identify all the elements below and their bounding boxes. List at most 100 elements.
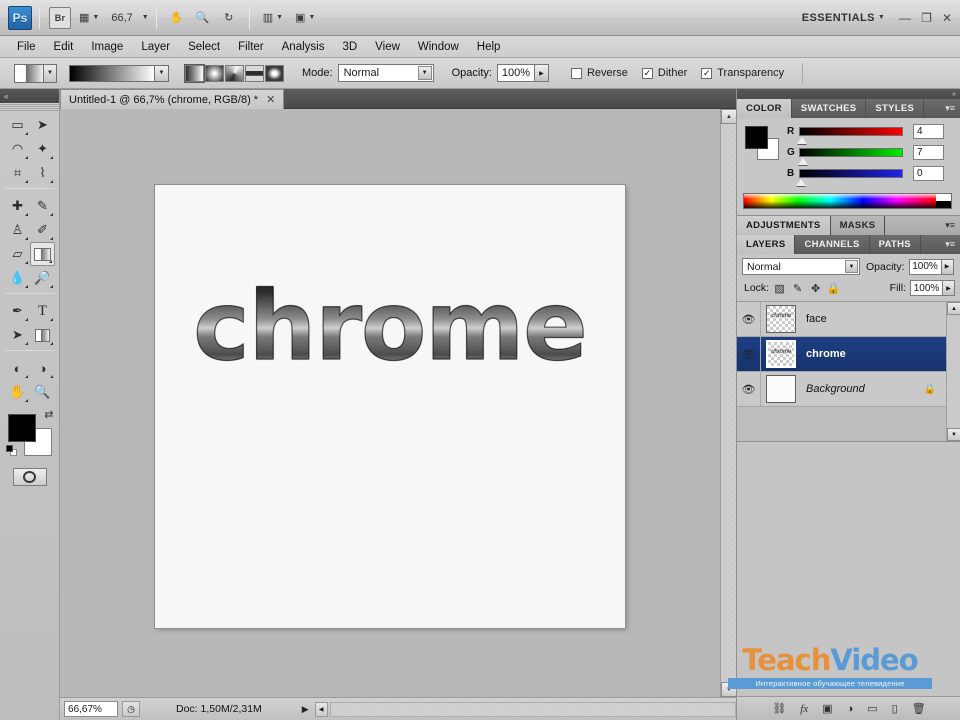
status-zoom-input[interactable]: 66,67%: [64, 701, 118, 717]
layers-list-scrollbar[interactable]: ▲ ▼: [946, 302, 960, 441]
tool-lasso[interactable]: ◠: [5, 137, 30, 161]
green-slider-track[interactable]: [798, 148, 903, 165]
tool-zoom[interactable]: 🔍: [30, 380, 55, 404]
tool-hand[interactable]: ✋: [5, 380, 30, 404]
layer-thumbnail[interactable]: chrome: [766, 305, 796, 333]
view-extras-icon[interactable]: ▦ ▼: [75, 7, 103, 29]
gradient-type-diamond-icon[interactable]: [265, 64, 284, 82]
swap-colors-icon[interactable]: ⇄: [44, 408, 53, 421]
tool-preset-chevron-down-icon[interactable]: ▼: [44, 63, 57, 83]
layer-blend-mode-select[interactable]: Normal ▼: [742, 258, 860, 275]
gradient-swatch-icon[interactable]: [69, 64, 155, 82]
arrange-documents-icon[interactable]: ▥ ▼: [259, 7, 287, 29]
layer-mask-icon[interactable]: ▣: [822, 702, 832, 715]
tool-crop[interactable]: ⌗: [5, 161, 30, 185]
menu-item-select[interactable]: Select: [179, 39, 229, 55]
tools-panel-grip[interactable]: [0, 103, 59, 111]
status-clock-icon[interactable]: ◷: [122, 701, 140, 717]
appbar-zoom-value[interactable]: 66,7: [105, 12, 138, 24]
tool-path-selection[interactable]: ➤: [5, 323, 30, 347]
close-icon[interactable]: ✕: [266, 93, 275, 106]
layer-visibility-icon[interactable]: 👁: [737, 337, 761, 371]
tool-brush[interactable]: ✎: [30, 194, 55, 218]
canvas-area[interactable]: chrome chrome: [60, 109, 736, 697]
close-button[interactable]: ✕: [942, 11, 952, 25]
adjustment-layer-icon[interactable]: ◑: [847, 703, 854, 715]
reverse-checkbox[interactable]: [570, 67, 582, 79]
red-value-input[interactable]: 4: [913, 124, 944, 139]
tool-magic-wand[interactable]: ✦: [30, 137, 55, 161]
layer-name[interactable]: chrome: [806, 348, 846, 360]
spectrum-endpoints[interactable]: [936, 194, 951, 208]
adjustments-panel-menu-icon[interactable]: ▾≡: [945, 220, 955, 231]
status-scroll-left-icon[interactable]: ◀: [314, 701, 328, 717]
menu-item-image[interactable]: Image: [82, 39, 132, 55]
lock-all-icon[interactable]: 🔒: [826, 281, 841, 296]
opacity-input[interactable]: 100%: [496, 64, 535, 82]
hand-icon[interactable]: ✋: [166, 7, 188, 29]
menu-item-filter[interactable]: Filter: [229, 39, 273, 55]
tool-gradient[interactable]: [30, 242, 55, 266]
transparency-checkbox[interactable]: ✓: [701, 67, 713, 79]
tab-styles[interactable]: STYLES: [866, 99, 925, 118]
blue-slider-track[interactable]: [796, 169, 903, 186]
new-group-icon[interactable]: ▭: [867, 702, 877, 715]
layer-name[interactable]: Background: [806, 383, 865, 395]
screen-mode-icon[interactable]: ▣ ▼: [291, 7, 319, 29]
tab-color[interactable]: COLOR: [737, 99, 792, 118]
dither-checkbox-group[interactable]: ✓ Dither: [641, 67, 687, 79]
layers-fill-stepper-icon[interactable]: ▶: [943, 280, 955, 296]
layers-fill-input[interactable]: 100%: [910, 280, 943, 296]
menu-item-window[interactable]: Window: [409, 39, 468, 55]
photoshop-logo-icon[interactable]: Ps: [8, 5, 32, 30]
bridge-icon[interactable]: Br: [49, 6, 71, 29]
lock-image-pixels-icon[interactable]: ✎: [790, 281, 805, 296]
layers-opacity-stepper-icon[interactable]: ▶: [941, 258, 954, 275]
menu-item-edit[interactable]: Edit: [45, 39, 83, 55]
scroll-up-icon[interactable]: ▲: [721, 109, 737, 124]
new-layer-icon[interactable]: ▯: [892, 702, 898, 715]
workspace-switcher[interactable]: ESSENTIALS ▼: [802, 12, 885, 24]
tool-eraser[interactable]: ▱: [5, 242, 30, 266]
tab-channels[interactable]: CHANNELS: [795, 235, 870, 254]
menu-item-file[interactable]: File: [8, 39, 45, 55]
link-layers-icon[interactable]: ⛓: [772, 702, 786, 715]
spectrum-bar[interactable]: [744, 194, 936, 208]
layers-scroll-up-icon[interactable]: ▲: [947, 302, 960, 315]
blend-mode-chevron-down-icon[interactable]: ▼: [417, 66, 432, 80]
menu-item-view[interactable]: View: [366, 39, 409, 55]
tab-paths[interactable]: PATHS: [870, 235, 921, 254]
tool-preset-picker[interactable]: ▼: [14, 63, 57, 83]
spectrum-white[interactable]: [936, 194, 951, 201]
tool-move[interactable]: ➤: [30, 113, 55, 137]
tool-3d-rotate[interactable]: ◐: [5, 356, 30, 380]
layers-panel-menu-icon[interactable]: ▾≡: [945, 239, 955, 250]
opacity-stepper-icon[interactable]: ▶: [534, 64, 549, 82]
tools-panel-collapse-button[interactable]: «: [0, 89, 59, 103]
spectrum-black[interactable]: [936, 201, 951, 208]
gradient-type-angle-icon[interactable]: [225, 64, 244, 82]
red-slider-track[interactable]: [797, 127, 903, 144]
tool-3d-orbit[interactable]: ◑: [30, 356, 55, 380]
tab-adjustments[interactable]: ADJUSTMENTS: [737, 216, 831, 235]
tab-swatches[interactable]: SWATCHES: [792, 99, 867, 118]
layers-opacity-input[interactable]: 100%: [908, 258, 942, 275]
layers-scroll-down-icon[interactable]: ▼: [947, 428, 960, 441]
default-colors-icon[interactable]: [5, 445, 17, 456]
lock-position-icon[interactable]: ✥: [808, 281, 823, 296]
status-menu-arrow-icon[interactable]: ▶: [302, 704, 309, 715]
tool-eyedropper[interactable]: ⌇: [30, 161, 55, 185]
color-spectrum-ramp[interactable]: [743, 193, 952, 209]
tool-pen[interactable]: ✒: [5, 299, 30, 323]
table-row[interactable]: 👁 Background 🔒: [737, 372, 960, 407]
layer-visibility-icon[interactable]: 👁: [737, 302, 761, 336]
layer-blend-chevron-down-icon[interactable]: ▼: [845, 260, 858, 273]
tool-rectangle-shape[interactable]: [30, 323, 55, 347]
gradient-type-linear-icon[interactable]: [184, 63, 205, 83]
transparency-checkbox-group[interactable]: ✓ Transparency: [701, 67, 784, 79]
document-tab[interactable]: Untitled-1 @ 66,7% (chrome, RGB/8) * ✕: [60, 89, 285, 109]
minimize-button[interactable]: —: [899, 11, 911, 25]
menu-item-layer[interactable]: Layer: [132, 39, 179, 55]
layer-style-fx-icon[interactable]: fx: [800, 703, 808, 715]
green-slider-thumb[interactable]: [798, 158, 808, 165]
